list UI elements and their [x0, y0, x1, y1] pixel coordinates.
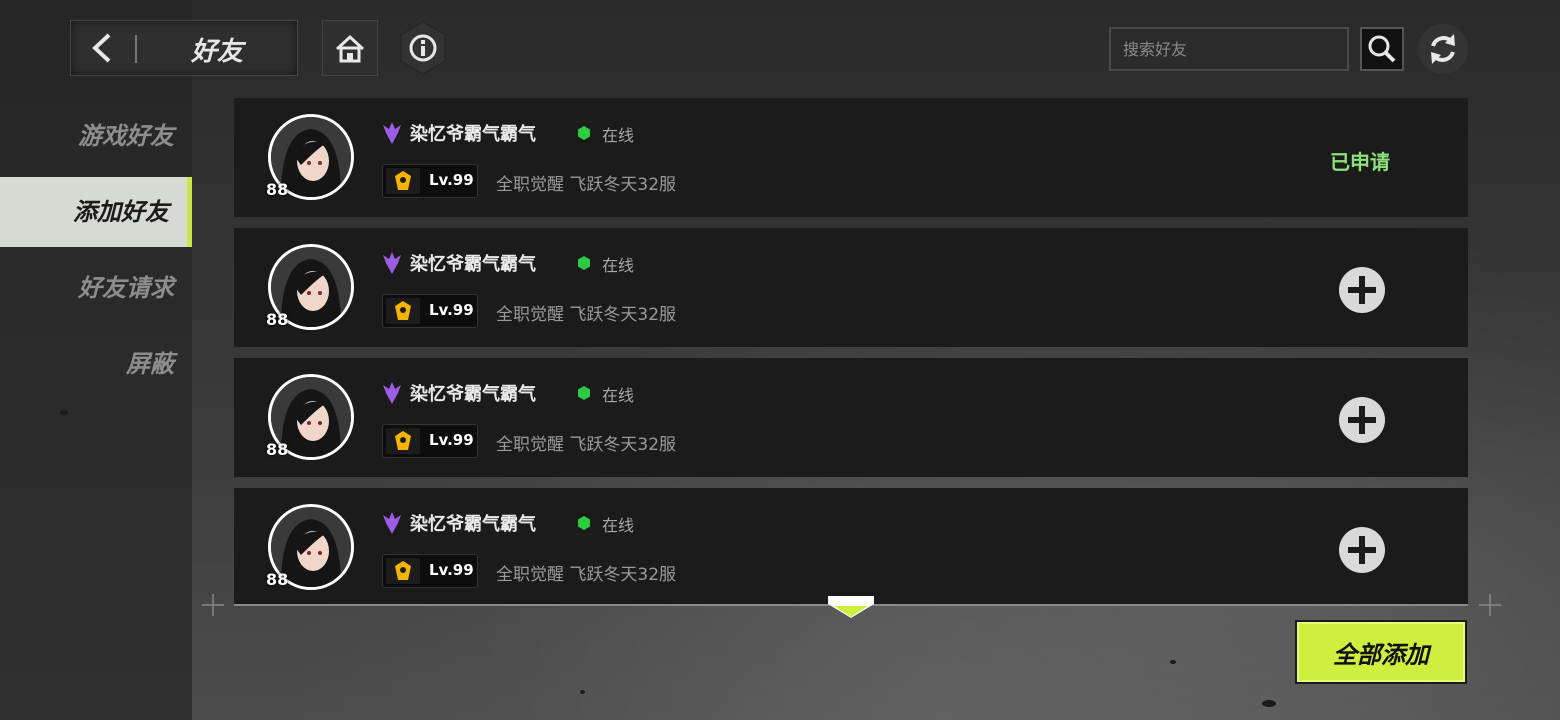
sidebar-item-add-friend[interactable]: 添加好友 — [0, 177, 192, 247]
back-title-box: 好友 — [70, 20, 298, 76]
sidebar-item-blocked[interactable]: 屏蔽 — [0, 329, 192, 399]
level-emblem-icon — [386, 298, 420, 324]
friend-card: 88 染忆爷霸气霸气 在线 Lv.99 全职觉醒 飞跃冬天32服 — [234, 488, 1468, 606]
add-friend-button[interactable] — [1338, 526, 1386, 574]
level-emblem-icon — [386, 168, 420, 194]
home-button[interactable] — [322, 20, 378, 76]
rank-icon — [383, 382, 401, 404]
applied-status: 已申请 — [1330, 150, 1390, 174]
online-status-icon — [578, 516, 590, 530]
info-icon — [400, 21, 446, 75]
refresh-button[interactable] — [1418, 24, 1468, 74]
friend-card: 88 染忆爷霸气霸气 在线 Lv.99 全职觉醒 飞跃冬天32服 — [234, 228, 1468, 347]
player-name: 染忆爷霸气霸气 — [410, 384, 536, 405]
level-badge: Lv.99 — [382, 424, 478, 458]
decorative-speck — [1170, 660, 1176, 664]
status-text: 在线 — [602, 126, 635, 145]
page-title: 好友 — [191, 37, 244, 67]
level-badge: Lv.99 — [382, 294, 478, 328]
corner-cross-icon — [202, 594, 224, 616]
status-text: 在线 — [602, 516, 635, 535]
level-text: Lv.99 — [429, 561, 474, 579]
decorative-speck — [1262, 700, 1276, 707]
level-emblem-icon — [386, 558, 420, 584]
avatar-level: 88 — [266, 570, 289, 589]
scroll-down-indicator-icon[interactable] — [828, 594, 874, 620]
avatar-level: 88 — [266, 440, 289, 459]
level-badge: Lv.99 — [382, 554, 478, 588]
friend-card: 88 染忆爷霸气霸气 在线 Lv.99 全职觉醒 飞跃冬天32服 — [234, 358, 1468, 477]
add-friend-button[interactable] — [1338, 396, 1386, 444]
avatar-level: 88 — [266, 310, 289, 329]
decorative-speck — [60, 410, 68, 415]
server-text: 全职觉醒 飞跃冬天32服 — [496, 435, 677, 455]
server-text: 全职觉醒 飞跃冬天32服 — [496, 305, 677, 325]
rank-icon — [383, 122, 401, 144]
sidebar-item-game-friends[interactable]: 游戏好友 — [0, 101, 192, 171]
avatar-level: 88 — [266, 180, 289, 199]
back-arrow-icon[interactable] — [89, 33, 115, 63]
level-badge: Lv.99 — [382, 164, 478, 198]
add-all-button[interactable]: 全部添加 — [1295, 620, 1467, 684]
status-text: 在线 — [602, 386, 635, 405]
rank-icon — [383, 252, 401, 274]
level-text: Lv.99 — [429, 431, 474, 449]
server-text: 全职觉醒 飞跃冬天32服 — [496, 175, 677, 195]
server-text: 全职觉醒 飞跃冬天32服 — [496, 565, 677, 585]
corner-cross-icon — [1479, 594, 1501, 616]
player-name: 染忆爷霸气霸气 — [410, 514, 536, 535]
search-input[interactable] — [1109, 27, 1349, 71]
info-button[interactable] — [398, 20, 448, 76]
separator — [135, 35, 137, 63]
friend-card: 88 染忆爷霸气霸气 在线 Lv.99 全职觉醒 飞跃冬天32服 已申请 — [234, 98, 1468, 217]
top-bar: 好友 — [0, 0, 1560, 90]
level-text: Lv.99 — [429, 171, 474, 189]
friend-list[interactable]: 88 染忆爷霸气霸气 在线 Lv.99 全职觉醒 飞跃冬天32服 已申请 88 … — [234, 98, 1468, 606]
online-status-icon — [578, 386, 590, 400]
refresh-icon — [1431, 34, 1455, 64]
online-status-icon — [578, 256, 590, 270]
player-name: 染忆爷霸气霸气 — [410, 124, 536, 145]
sidebar-item-friend-requests[interactable]: 好友请求 — [0, 253, 192, 323]
home-icon — [335, 34, 365, 63]
level-text: Lv.99 — [429, 301, 474, 319]
player-name: 染忆爷霸气霸气 — [410, 254, 536, 275]
decorative-speck — [580, 690, 585, 694]
search-icon — [1368, 35, 1396, 63]
rank-icon — [383, 512, 401, 534]
add-friend-button[interactable] — [1338, 266, 1386, 314]
status-text: 在线 — [602, 256, 635, 275]
sidebar: 游戏好友 添加好友 好友请求 屏蔽 — [0, 0, 192, 720]
online-status-icon — [578, 126, 590, 140]
level-emblem-icon — [386, 428, 420, 454]
search-button[interactable] — [1360, 27, 1404, 71]
